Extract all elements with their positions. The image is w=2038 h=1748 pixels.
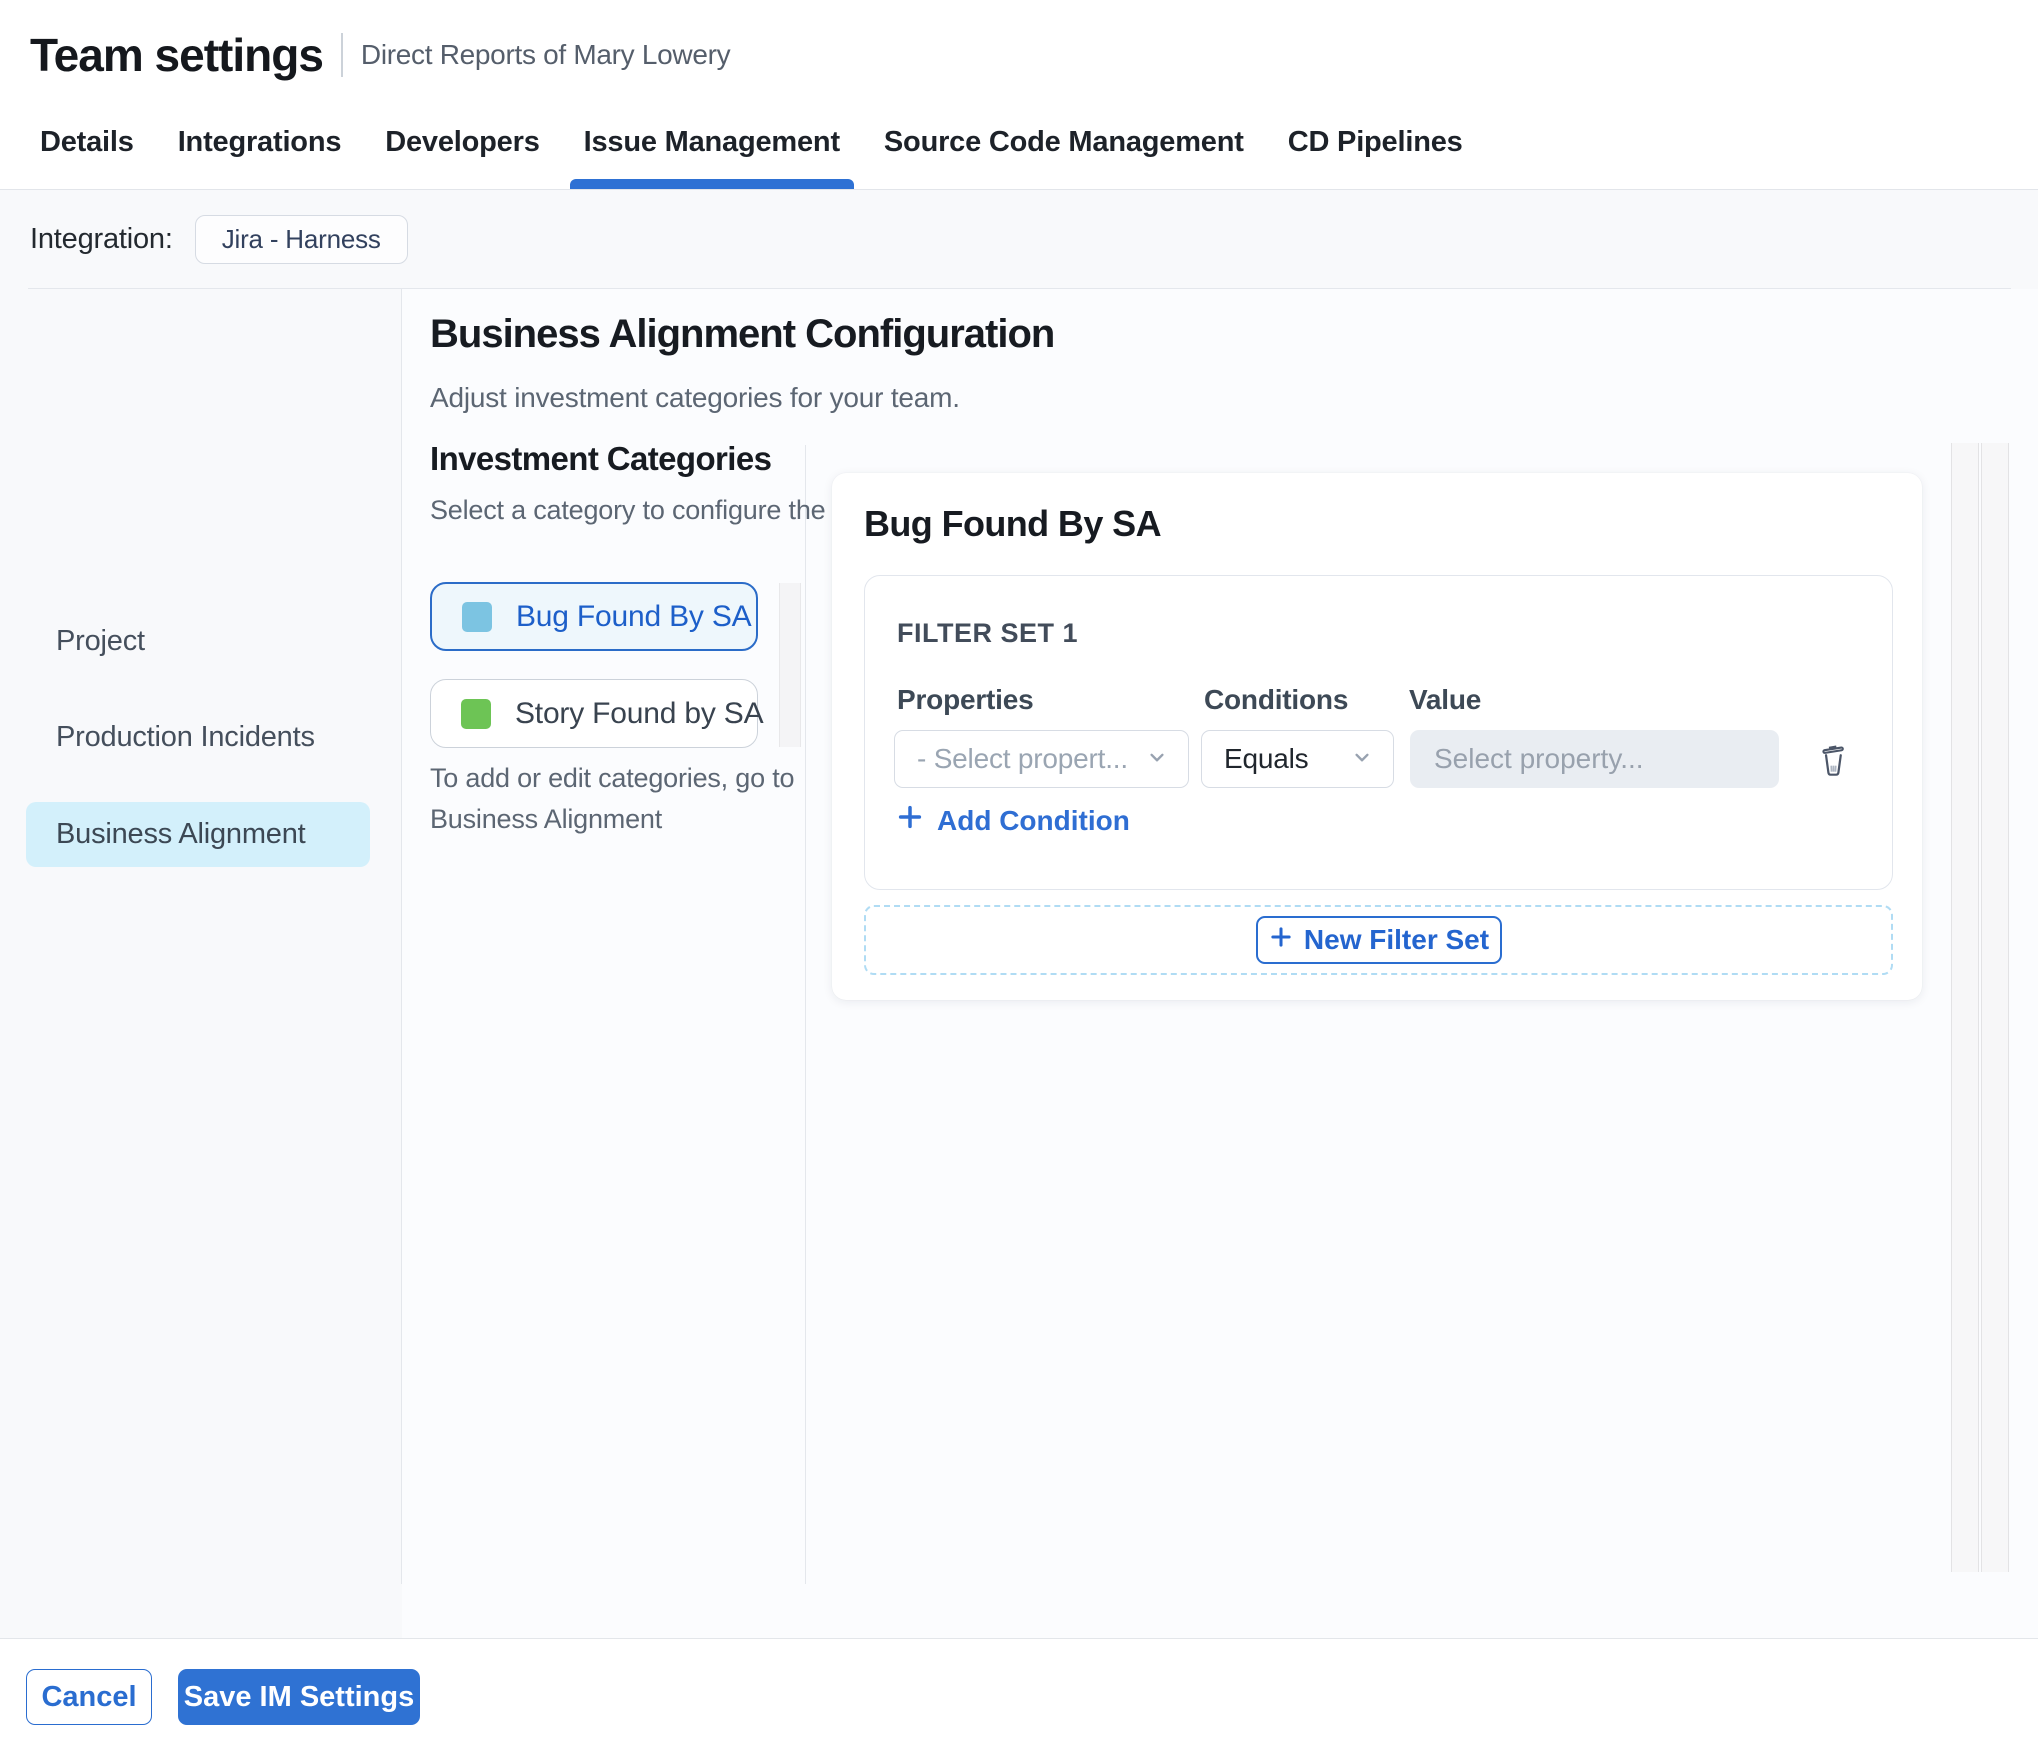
new-filter-set-button[interactable]: New Filter Set [1255, 916, 1502, 964]
new-filter-set-dropzone: New Filter Set [864, 905, 1893, 975]
integration-badge[interactable]: Jira - Harness [194, 214, 408, 264]
story-category-swatch [461, 698, 491, 729]
cancel-button[interactable]: Cancel [26, 1669, 152, 1725]
sidebar-divider [401, 289, 402, 1584]
sidebar-item-business-alignment[interactable]: Business Alignment [26, 802, 370, 867]
conditions-select[interactable]: Equals [1201, 730, 1394, 788]
categories-footnote: To add or edit categories, go to Busines… [430, 763, 795, 834]
delete-condition-button[interactable] [1811, 738, 1855, 782]
save-im-settings-button[interactable]: Save IM Settings [178, 1669, 420, 1725]
page-subtitle: Direct Reports of Mary Lowery [360, 39, 731, 70]
chevron-down-icon [1144, 744, 1170, 775]
investment-categories-description: Select a category to configure the filte… [430, 495, 896, 525]
plus-icon [1268, 924, 1294, 957]
column-header-value: Value [1409, 684, 1482, 715]
filter-set-card: FILTER SET 1 Properties Conditions Value… [864, 575, 1893, 890]
section-title: Business Alignment Configuration [430, 312, 1055, 356]
filter-panel-title: Bug Found By SA [864, 503, 1162, 544]
plus-icon [895, 802, 925, 839]
tab-details[interactable]: Details [38, 126, 136, 189]
tab-source-code-management[interactable]: Source Code Management [882, 126, 1246, 189]
bug-category-label: Bug Found By SA [516, 599, 752, 633]
inner-scrollbar-track[interactable] [1951, 443, 1979, 1572]
integration-row: Integration: Jira - Harness [0, 190, 2038, 288]
value-input[interactable] [1410, 730, 1779, 788]
footer-action-bar: Cancel Save IM Settings [0, 1638, 2038, 1748]
bug-category-swatch [462, 601, 492, 632]
category-list-scrollbar[interactable] [779, 583, 801, 747]
properties-select[interactable]: - Select propert... [894, 730, 1189, 788]
tab-cd-pipelines[interactable]: CD Pipelines [1286, 126, 1465, 189]
title-separator [340, 33, 343, 77]
filter-panel-card: Bug Found By SA FILTER SET 1 Properties … [832, 473, 1922, 1000]
settings-sidebar: Project Production Incidents Business Al… [0, 289, 401, 1584]
tab-developers[interactable]: Developers [383, 126, 541, 189]
title-row: Team settings Direct Reports of Mary Low… [30, 28, 731, 82]
column-header-conditions: Conditions [1204, 684, 1349, 715]
chevron-down-icon [1349, 744, 1375, 775]
new-filter-set-label: New Filter Set [1303, 924, 1490, 955]
outer-scrollbar-track[interactable] [1981, 443, 2009, 1572]
section-subtitle: Adjust investment categories for your te… [430, 382, 960, 413]
category-button-bug-found-by-sa[interactable]: Bug Found By SA [430, 582, 758, 651]
sidebar-item-project[interactable]: Project [56, 617, 145, 665]
page-title: Team settings [30, 29, 324, 81]
column-header-properties: Properties [897, 684, 1034, 715]
sidebar-item-production-incidents[interactable]: Production Incidents [56, 713, 315, 761]
investment-categories-heading: Investment Categories [430, 440, 772, 477]
category-button-story-found-by-sa[interactable]: Story Found by SA [430, 679, 764, 748]
conditions-select-value: Equals [1224, 743, 1309, 774]
trash-icon [1814, 740, 1852, 781]
tab-integrations[interactable]: Integrations [176, 126, 344, 189]
tab-bar: Details Integrations Developers Issue Ma… [38, 126, 1465, 189]
add-condition-button[interactable]: Add Condition [895, 802, 1130, 839]
filter-set-label: FILTER SET 1 [897, 618, 1079, 648]
page-header: Team settings Direct Reports of Mary Low… [0, 0, 2038, 190]
tab-issue-management[interactable]: Issue Management [569, 126, 855, 189]
categories-divider [805, 445, 806, 1584]
story-category-label: Story Found by SA [515, 696, 764, 730]
add-condition-label: Add Condition [937, 804, 1130, 836]
integration-label: Integration: [30, 222, 173, 255]
properties-select-placeholder: - Select propert... [917, 743, 1128, 774]
